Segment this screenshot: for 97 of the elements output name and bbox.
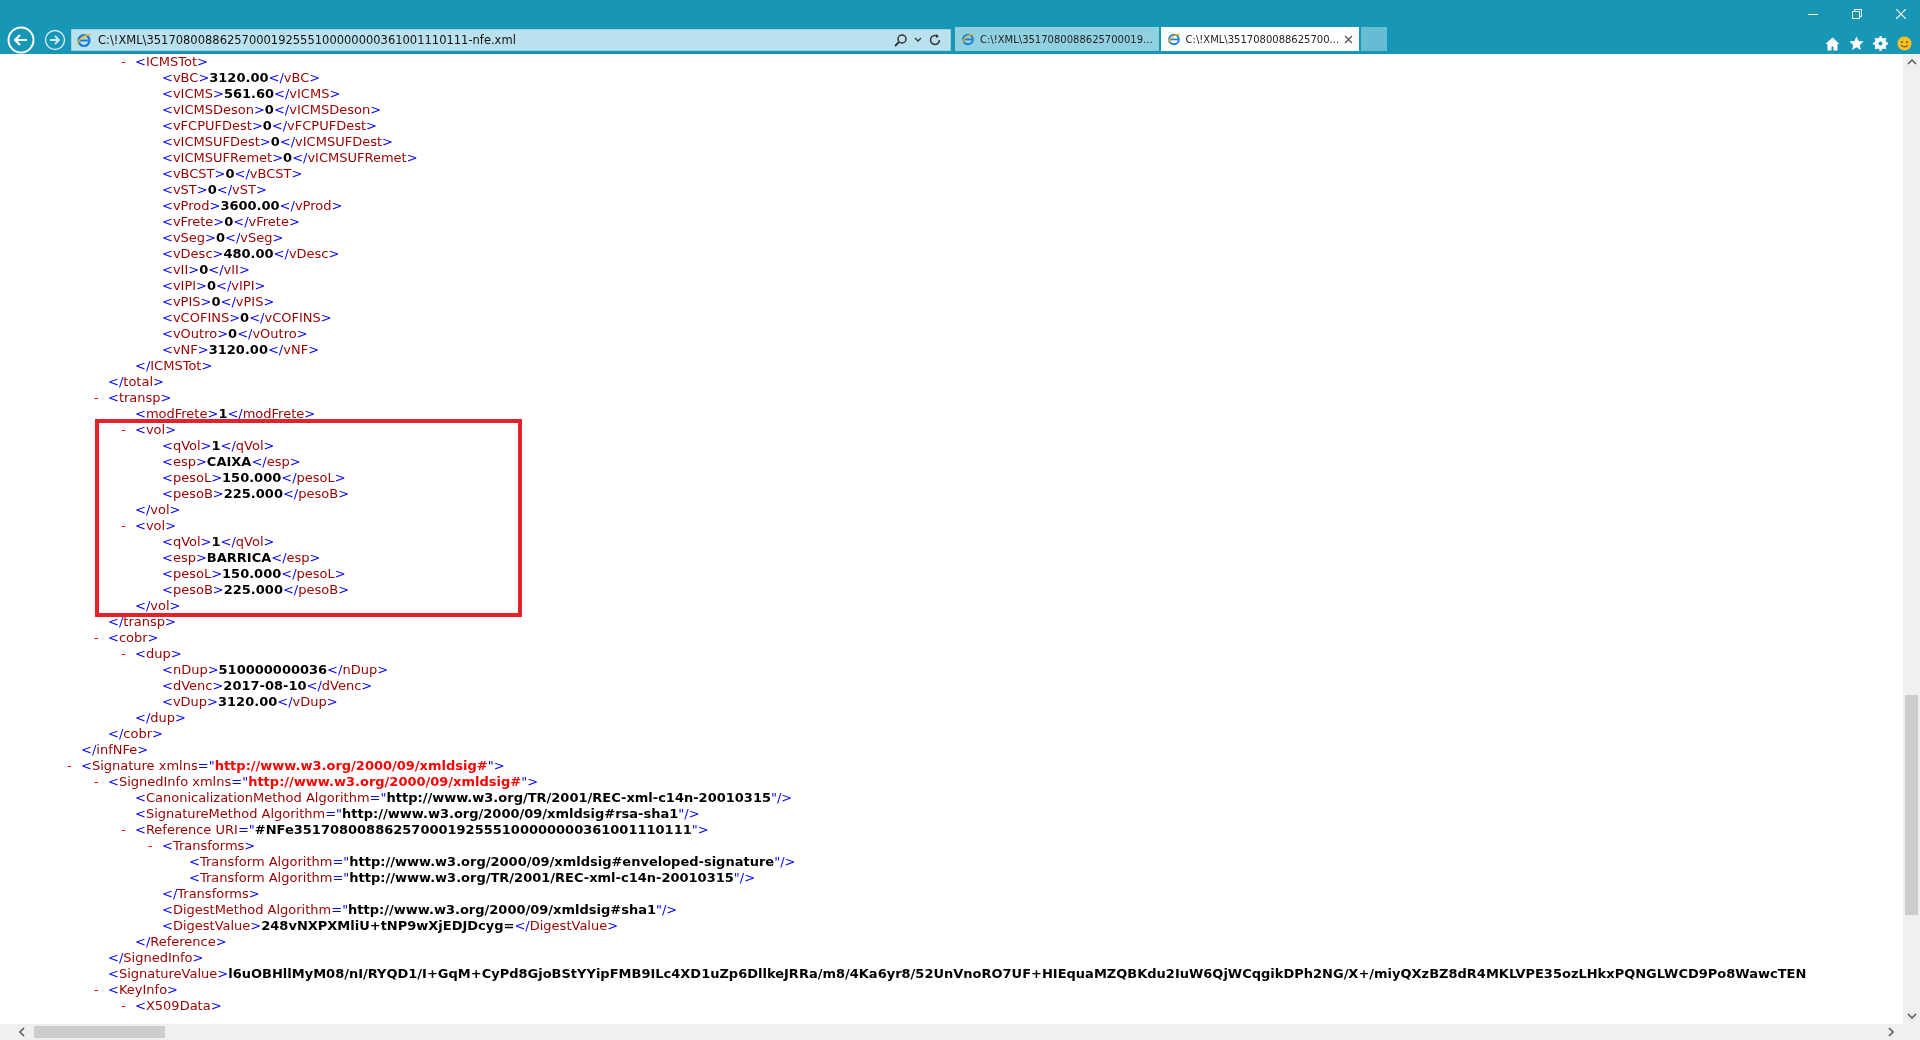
scrollbar-thumb[interactable] xyxy=(1905,695,1918,915)
address-text: C:\!XML\35170800886257000192555100000000361001110111-nfe.xml xyxy=(98,33,517,47)
browser-tab[interactable]: C:\!XML\3517080088625700... xyxy=(1160,27,1360,51)
address-bar[interactable]: C:\!XML\35170800886257000192555100000000361001110111-nfe.xml xyxy=(71,29,951,51)
xml-code: <vICMSUFRemet>0</vICMSUFRemet> xyxy=(162,150,418,166)
xml-code: <vNF>3120.00</vNF> xyxy=(162,342,320,358)
xml-code: <dup> xyxy=(135,646,182,662)
scrollbar-thumb[interactable] xyxy=(34,1026,165,1038)
home-icon[interactable] xyxy=(1825,36,1840,51)
scroll-left-icon[interactable] xyxy=(18,1027,25,1037)
page-icon xyxy=(961,32,975,46)
browser-tab[interactable]: C:\!XML\3517080088625700019... xyxy=(955,27,1159,51)
xml-code: </infNFe> xyxy=(81,742,149,758)
xml-code: <pesoL>150.000</pesoL> xyxy=(162,470,346,486)
xml-code: </Transforms> xyxy=(162,886,260,902)
xml-code: <qVol>1</qVol> xyxy=(162,534,275,550)
collapse-toggle[interactable]: - xyxy=(121,518,135,534)
xml-code: <nDup>510000000036</nDup> xyxy=(162,662,389,678)
refresh-icon[interactable] xyxy=(928,33,942,47)
scroll-down-icon[interactable] xyxy=(1906,1013,1917,1020)
search-icon[interactable] xyxy=(894,33,908,47)
xml-code: <vST>0</vST> xyxy=(162,182,267,198)
xml-code: <vFCPUFDest>0</vFCPUFDest> xyxy=(162,118,377,134)
xml-code: <vICMSUFDest>0</vICMSUFDest> xyxy=(162,134,393,150)
xml-code: </ICMSTot> xyxy=(135,358,213,374)
xml-code: </cobr> xyxy=(108,726,163,742)
xml-code: <SignatureMethod Algorithm="http://www.w3.org/2000/09/xmldsig#rsa-sha1"/> xyxy=(135,806,700,822)
caret-icon[interactable] xyxy=(914,37,922,43)
xml-code: <DigestMethod Algorithm="http://www.w3.org/2000/09/xmldsig#sha1"/> xyxy=(162,902,678,918)
xml-code: <vol> xyxy=(135,518,177,534)
xml-code: <vPIS>0</vPIS> xyxy=(162,294,275,310)
forward-icon[interactable] xyxy=(44,29,66,51)
xml-code: <Transform Algorithm="http://www.w3.org/2000/09/xmldsig#enveloped-signature"/> xyxy=(189,854,796,870)
collapse-toggle[interactable]: - xyxy=(121,422,135,438)
xml-code: <transp> xyxy=(108,390,172,406)
xml-code: </vol> xyxy=(135,502,181,518)
xml-code: <vProd>3600.00</vProd> xyxy=(162,198,343,214)
xml-code: <vDup>3120.00</vDup> xyxy=(162,694,338,710)
xml-code: <pesoB>225.000</pesoB> xyxy=(162,582,350,598)
scroll-up-icon[interactable] xyxy=(1906,58,1917,65)
xml-code: </dup> xyxy=(135,710,186,726)
xml-code: <vBCST>0</vBCST> xyxy=(162,166,303,182)
xml-code: </transp> xyxy=(108,614,176,630)
collapse-toggle[interactable]: - xyxy=(148,838,162,854)
xml-code: <vol> xyxy=(135,422,177,438)
xml-code: <SignatureValue>l6uOBHllMyM08/nI/RYQD1/I+GqM+CyPd8GjoBStYYipFMB9ILc4XD1uZp6DllkeJRRa/m8/4Ka6yr8/52UnVnoRO7UF+HIEquaMZQBKdu2IuW6QjWCqgikDPh2NG/X+/miyQXzBZ8dR4MKLVPE35ozLHkxPQNGLWCD9Po8WawcTEN xyxy=(108,966,1807,982)
xml-code: <Transform Algorithm="http://www.w3.org/TR/2001/REC-xml-c14n-20010315"/> xyxy=(189,870,756,886)
xml-code: <modFrete>1</modFrete> xyxy=(135,406,316,422)
xml-code: <Reference URI="#NFe35170800886257000192555100000000361001110111"> xyxy=(135,822,709,838)
collapse-toggle[interactable]: - xyxy=(121,998,135,1014)
xml-code: <vIPI>0</vIPI> xyxy=(162,278,266,294)
xml-code: <vSeg>0</vSeg> xyxy=(162,230,284,246)
collapse-toggle[interactable]: - xyxy=(94,774,108,790)
xml-code: <DigestValue>248vNXPXMliU+tNP9wXjEDJDcyg=</DigestValue> xyxy=(162,918,619,934)
xml-code: <vFrete>0</vFrete> xyxy=(162,214,300,230)
xml-code: <vICMSDeson>0</vICMSDeson> xyxy=(162,102,382,118)
collapse-toggle[interactable]: - xyxy=(121,646,135,662)
smiley-icon[interactable] xyxy=(1897,36,1912,51)
collapse-toggle[interactable]: - xyxy=(94,390,108,406)
xml-code: <cobr> xyxy=(108,630,159,646)
xml-code: <dVenc>2017-08-10</dVenc> xyxy=(162,678,373,694)
xml-code: <KeyInfo> xyxy=(108,982,178,998)
collapse-toggle[interactable]: - xyxy=(67,758,81,774)
xml-code: <qVol>1</qVol> xyxy=(162,438,275,454)
xml-code: <CanonicalizationMethod Algorithm="http://www.w3.org/TR/2001/REC-xml-c14n-20010315"/> xyxy=(135,790,793,806)
xml-code: <Signature xmlns="http://www.w3.org/2000/09/xmldsig#"> xyxy=(81,758,505,774)
xml-code: <pesoL>150.000</pesoL> xyxy=(162,566,346,582)
collapse-toggle[interactable]: - xyxy=(121,822,135,838)
star-icon[interactable] xyxy=(1849,36,1864,51)
scroll-right-icon[interactable] xyxy=(1888,1027,1895,1037)
vertical-scrollbar[interactable] xyxy=(1903,54,1920,1024)
xml-code: </vol> xyxy=(135,598,181,614)
page-icon xyxy=(1166,32,1181,46)
xml-code: <X509Data> xyxy=(135,998,222,1014)
collapse-toggle[interactable]: - xyxy=(121,54,135,70)
back-icon[interactable] xyxy=(7,26,35,54)
settings-icon[interactable] xyxy=(1873,36,1888,51)
page-icon xyxy=(76,32,92,48)
close-icon[interactable] xyxy=(1344,34,1354,44)
xml-code: <vBC>3120.00</vBC> xyxy=(162,70,321,86)
xml-code: <vDesc>480.00</vDesc> xyxy=(162,246,340,262)
xml-code: </total> xyxy=(108,374,164,390)
xml-code: <ICMSTot> xyxy=(135,54,208,70)
xml-code: <vCOFINS>0</vCOFINS> xyxy=(162,310,332,326)
xml-code: <pesoB>225.000</pesoB> xyxy=(162,486,350,502)
restore-icon[interactable] xyxy=(1852,9,1862,19)
xml-code: <esp>BARRICA</esp> xyxy=(162,550,321,566)
xml-code: <vOutro>0</vOutro> xyxy=(162,326,308,342)
xml-code: <SignedInfo xmlns="http://www.w3.org/2000/09/xmldsig#"> xyxy=(108,774,539,790)
xml-code: <Transforms> xyxy=(162,838,256,854)
xml-code: </SignedInfo> xyxy=(108,950,204,966)
xml-code: </Reference> xyxy=(135,934,227,950)
xml-code: <esp>CAIXA</esp> xyxy=(162,454,301,470)
xml-code: <vII>0</vII> xyxy=(162,262,250,278)
collapse-toggle[interactable]: - xyxy=(94,630,108,646)
collapse-toggle[interactable]: - xyxy=(94,982,108,998)
xml-code: <vICMS>561.60</vICMS> xyxy=(162,86,341,102)
